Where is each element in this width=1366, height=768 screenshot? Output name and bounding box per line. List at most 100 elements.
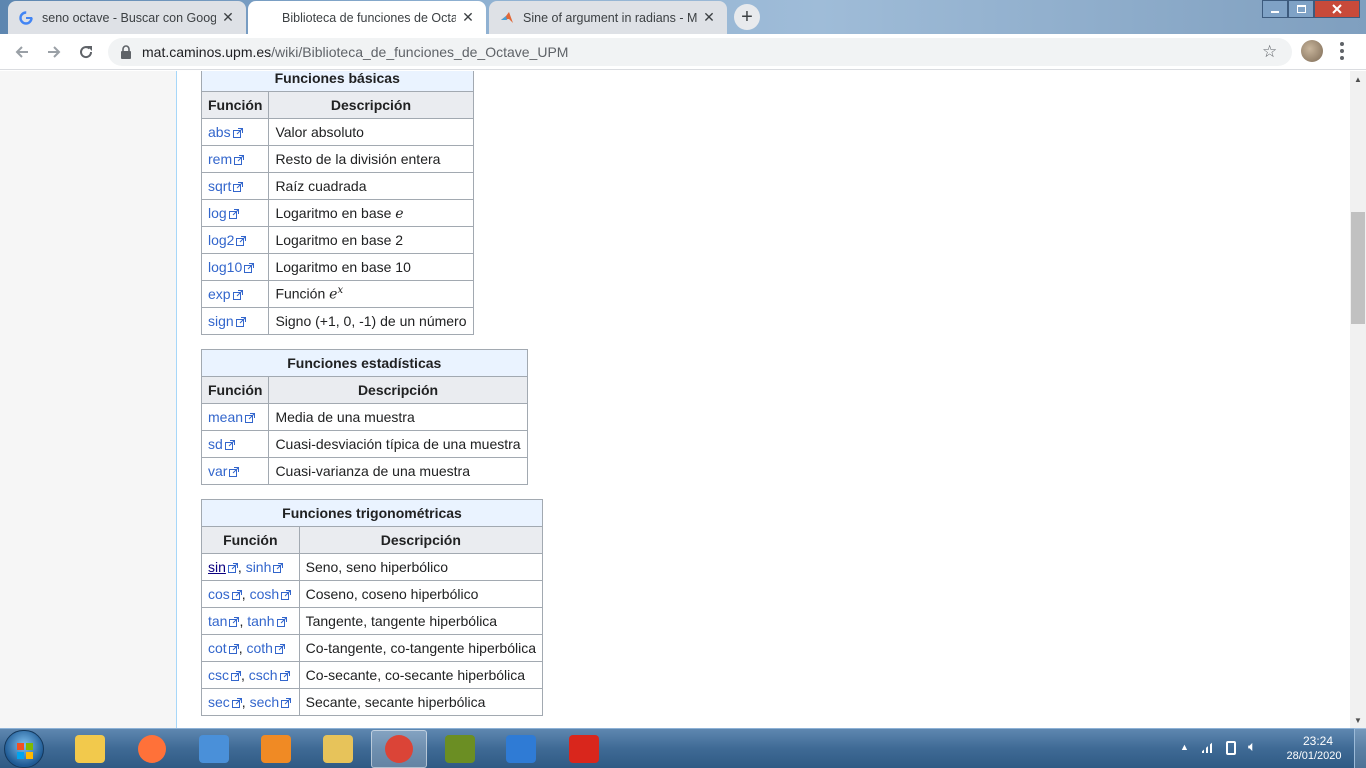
volume-icon[interactable]: 🔈︎ xyxy=(1248,738,1256,755)
close-tab-icon[interactable]: ✕ xyxy=(220,9,236,26)
function-link-sqrt[interactable]: sqrt xyxy=(208,178,231,194)
close-tab-icon[interactable]: ✕ xyxy=(701,9,717,26)
show-hidden-icons-icon[interactable]: ▲ xyxy=(1180,742,1189,752)
function-link-log10[interactable]: log10 xyxy=(208,259,242,275)
function-link-csch[interactable]: csch xyxy=(249,667,278,683)
vertical-scrollbar[interactable]: ▲ ▼ xyxy=(1350,71,1366,728)
taskbar-app[interactable] xyxy=(62,730,118,768)
minimize-button[interactable] xyxy=(1262,0,1288,18)
function-link-tanh[interactable]: tanh xyxy=(247,613,274,629)
taskbar-app[interactable] xyxy=(493,730,549,768)
function-link-log[interactable]: log xyxy=(208,205,227,221)
description-text: Cuasi-varianza de una muestra xyxy=(275,463,470,479)
scrollbar-thumb[interactable] xyxy=(1351,212,1365,324)
function-link-rem[interactable]: rem xyxy=(208,151,232,167)
function-link-abs[interactable]: abs xyxy=(208,124,231,140)
new-tab-button[interactable]: + xyxy=(734,4,760,30)
power-icon[interactable] xyxy=(1226,741,1236,755)
function-link-sec[interactable]: sec xyxy=(208,694,230,710)
close-window-button[interactable] xyxy=(1314,0,1360,18)
bookmark-star-icon[interactable]: ☆ xyxy=(1262,42,1277,62)
function-link-log2[interactable]: log2 xyxy=(208,232,234,248)
description-text: Secante, secante hiperbólica xyxy=(305,694,486,710)
function-cell: log10 xyxy=(200,253,270,281)
clock-time[interactable]: 23:24 xyxy=(1288,734,1348,748)
taskbar-app[interactable] xyxy=(310,730,366,768)
function-cell: sign xyxy=(200,307,270,335)
description-cell: Co-tangente, co-tangente hiperbólica xyxy=(298,634,544,662)
tab-biblioteca[interactable]: Biblioteca de funciones de Octave ✕ xyxy=(248,1,486,34)
function-link-exp[interactable]: exp xyxy=(208,286,231,302)
close-tab-icon[interactable]: ✕ xyxy=(460,9,476,26)
browser-toolbar: mat.caminos.upm.es/wiki/Biblioteca_de_fu… xyxy=(0,34,1366,70)
profile-avatar[interactable] xyxy=(1301,40,1323,62)
scroll-down-arrow-icon[interactable]: ▼ xyxy=(1350,712,1366,728)
table-row: mean Media de una muestra xyxy=(200,403,528,431)
taskbar-app[interactable] xyxy=(556,730,612,768)
function-link-sech[interactable]: sech xyxy=(250,694,280,710)
function-link-cos[interactable]: cos xyxy=(208,586,230,602)
google-icon xyxy=(18,10,34,26)
function-link-csc[interactable]: csc xyxy=(208,667,229,683)
function-link-cot[interactable]: cot xyxy=(208,640,227,656)
taskbar-app[interactable] xyxy=(124,730,180,768)
function-cell: sqrt xyxy=(200,172,270,200)
description-cell: Cuasi-desviación típica de una muestra xyxy=(268,430,528,458)
maximize-button[interactable] xyxy=(1288,0,1314,18)
function-link-sinh[interactable]: sinh xyxy=(246,559,272,575)
function-link-cosh[interactable]: cosh xyxy=(250,586,280,602)
description-cell: Seno, seno hiperbólico xyxy=(298,553,544,581)
function-cell: rem xyxy=(200,145,270,173)
description-text: Función xyxy=(275,285,330,302)
function-cell: log2 xyxy=(200,226,270,254)
math-symbol: e xyxy=(395,205,404,222)
function-link-sd[interactable]: sd xyxy=(208,436,223,452)
start-button[interactable] xyxy=(4,730,44,768)
description-text: Cuasi-desviación típica de una muestra xyxy=(275,436,521,452)
external-link-icon xyxy=(229,617,240,627)
table-row: log10 Logaritmo en base 10 xyxy=(200,253,474,281)
description-cell: Co-secante, co-secante hiperbólica xyxy=(298,661,544,689)
octave-icon xyxy=(445,735,475,763)
description-cell: Resto de la división entera xyxy=(268,145,474,173)
table-caption: Funciones trigonométricas xyxy=(201,499,543,527)
minimize-icon xyxy=(1271,11,1279,13)
function-cell: cot, coth xyxy=(201,634,300,662)
forward-button[interactable] xyxy=(42,40,66,64)
address-bar[interactable]: mat.caminos.upm.es/wiki/Biblioteca_de_fu… xyxy=(108,38,1292,66)
taskbar-app[interactable] xyxy=(371,730,427,768)
function-link-mean[interactable]: mean xyxy=(208,409,243,425)
firefox-icon xyxy=(138,735,166,763)
description-cell: Secante, secante hiperbólica xyxy=(298,688,544,716)
function-cell: sec, sech xyxy=(201,688,300,716)
description-cell: Función ex xyxy=(268,280,474,308)
tab-mathworks[interactable]: Sine of argument in radians - MA ✕ xyxy=(489,1,727,34)
tab-google-search[interactable]: seno octave - Buscar con Google ✕ xyxy=(8,1,246,34)
function-cell: cos, cosh xyxy=(201,580,300,608)
function-link-sin[interactable]: sin xyxy=(208,559,226,575)
reload-button[interactable] xyxy=(74,40,98,64)
function-cell: tan, tanh xyxy=(201,607,300,635)
function-link-var[interactable]: var xyxy=(208,463,227,479)
basic-functions-table: Funciones básicas Función Descripción ab… xyxy=(200,71,474,335)
external-link-icon xyxy=(229,467,240,477)
show-desktop-button[interactable] xyxy=(1354,728,1366,768)
function-link-tan[interactable]: tan xyxy=(208,613,227,629)
description-cell: Tangente, tangente hiperbólica xyxy=(298,607,544,635)
taskbar-app[interactable] xyxy=(432,730,488,768)
function-cell: exp xyxy=(200,280,270,308)
windows-taskbar: ▲ 🔈︎ 23:24 28/01/2020 xyxy=(0,728,1366,768)
browser-menu-icon[interactable] xyxy=(1338,42,1346,60)
network-icon[interactable] xyxy=(1200,741,1214,753)
taskbar-app[interactable] xyxy=(248,730,304,768)
function-cell: sin, sinh xyxy=(201,553,300,581)
function-link-sign[interactable]: sign xyxy=(208,313,234,329)
taskbar-app[interactable] xyxy=(186,730,242,768)
description-text: Resto de la división entera xyxy=(275,151,441,167)
clock-date[interactable]: 28/01/2020 xyxy=(1278,750,1350,762)
function-link-coth[interactable]: coth xyxy=(246,640,272,656)
external-link-icon xyxy=(279,671,290,681)
scroll-up-arrow-icon[interactable]: ▲ xyxy=(1350,71,1366,87)
windows-logo-icon xyxy=(17,743,33,759)
back-button[interactable] xyxy=(10,40,34,64)
